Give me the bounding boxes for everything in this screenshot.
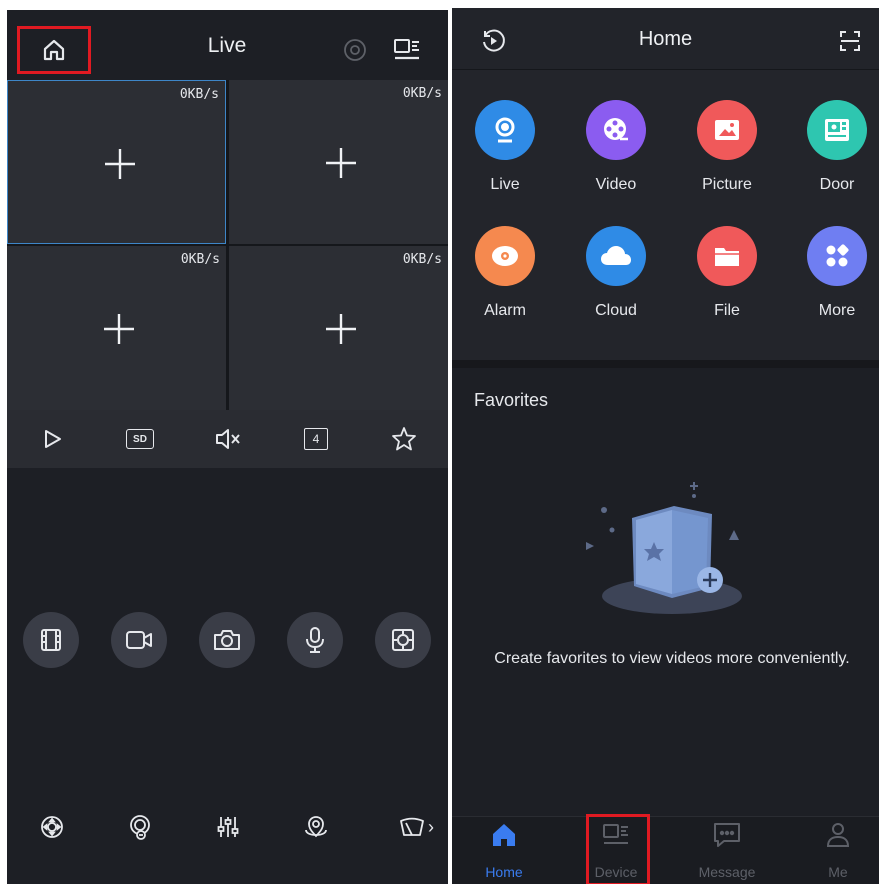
video-cell[interactable]: 0KB/s: [229, 246, 448, 410]
nav-me[interactable]: Me: [798, 820, 878, 880]
app-more[interactable]: More: [792, 226, 879, 320]
snapshot-camera-icon: [212, 627, 242, 653]
video-cell[interactable]: 0KB/s: [229, 80, 448, 244]
favorite-button[interactable]: [387, 422, 421, 456]
wiper-icon: [398, 815, 426, 839]
live-screen: Live 0KB/s 0KB/s 0KB/s 0KB/s SD 4 ›: [7, 10, 448, 884]
app-label: Picture: [702, 176, 752, 193]
app-label: Cloud: [595, 302, 637, 319]
split-4-icon: 4: [304, 428, 328, 450]
app-label: File: [714, 302, 740, 319]
video-cell[interactable]: 0KB/s: [7, 246, 226, 410]
page-title: Live: [207, 34, 247, 57]
app-label: Live: [490, 176, 520, 193]
record-video-icon: [124, 628, 154, 652]
star-icon: [391, 426, 417, 452]
target-settings-icon: [343, 38, 367, 62]
app-video[interactable]: Video: [571, 100, 661, 194]
picture-icon: [697, 100, 757, 160]
preset-location-button[interactable]: [299, 810, 333, 844]
settings-button[interactable]: [341, 36, 369, 64]
cloud-icon: [586, 226, 646, 286]
wiper-button[interactable]: ›: [391, 810, 441, 844]
nav-label: Me: [828, 864, 848, 880]
app-picture[interactable]: Picture: [682, 100, 772, 194]
talk-microphone-icon: [303, 626, 327, 654]
door-icon: [807, 100, 867, 160]
home-button-highlight: [17, 26, 91, 74]
user-icon: [823, 820, 853, 850]
split-screen-button[interactable]: 4: [299, 422, 333, 456]
favorites-title: Favorites: [474, 390, 549, 410]
adjust-sliders-icon: [215, 814, 241, 840]
mute-icon: [214, 427, 242, 451]
favorites-empty-message: Create favorites to view videos more con…: [494, 650, 850, 667]
device-icon: [392, 36, 422, 64]
scan-button[interactable]: [835, 26, 865, 56]
app-live[interactable]: Live: [460, 100, 550, 194]
device-list-button[interactable]: [390, 34, 424, 66]
fisheye-button[interactable]: [375, 612, 431, 668]
home-icon: [489, 820, 519, 850]
add-device-plus-icon[interactable]: [102, 312, 136, 346]
audio-button[interactable]: [211, 422, 245, 456]
more-grid-icon: [807, 226, 867, 286]
video-reel-icon: [586, 100, 646, 160]
bitrate-label: 0KB/s: [179, 87, 219, 102]
bitrate-label: 0KB/s: [402, 86, 442, 101]
playback-button[interactable]: [23, 612, 79, 668]
app-alarm[interactable]: Alarm: [460, 226, 550, 320]
nav-home[interactable]: Home: [464, 820, 544, 880]
snapshot-button[interactable]: [199, 612, 255, 668]
play-button[interactable]: [35, 422, 69, 456]
talk-button[interactable]: [287, 612, 343, 668]
add-device-plus-icon[interactable]: [103, 147, 137, 181]
nav-label: Message: [698, 864, 756, 880]
device-tab-highlight: [586, 814, 650, 884]
location-pin-icon: [302, 814, 330, 840]
add-device-plus-icon[interactable]: [324, 312, 358, 346]
add-device-plus-icon[interactable]: [324, 146, 358, 180]
bitrate-label: 0KB/s: [180, 252, 220, 267]
empty-favorites-illustration: [574, 470, 764, 630]
section-divider: [452, 360, 879, 368]
fisheye-icon: [389, 626, 417, 654]
face-button[interactable]: [123, 810, 157, 844]
more-arrow[interactable]: ›: [428, 817, 434, 838]
app-door[interactable]: Door: [792, 100, 879, 194]
record-button[interactable]: [111, 612, 167, 668]
page-title: Home: [638, 28, 693, 50]
folder-icon: [697, 226, 757, 286]
nav-label: Home: [485, 864, 523, 880]
bitrate-label: 0KB/s: [402, 252, 442, 267]
video-cell[interactable]: 0KB/s: [7, 80, 226, 244]
ptz-icon: [39, 814, 65, 840]
play-icon: [41, 428, 63, 450]
stream-quality-button[interactable]: SD: [123, 422, 157, 456]
app-cloud[interactable]: Cloud: [571, 226, 661, 320]
sd-quality-icon: SD: [126, 429, 154, 449]
app-label: Door: [819, 176, 855, 193]
scan-icon: [838, 29, 862, 53]
app-file[interactable]: File: [682, 226, 772, 320]
image-adjust-button[interactable]: [211, 810, 245, 844]
alarm-icon: [475, 226, 535, 286]
nav-message[interactable]: Message: [687, 820, 767, 880]
home-screen: Home Live Video Picture Door Alarm Cloud…: [452, 8, 879, 884]
app-label: More: [818, 302, 856, 319]
ptz-button[interactable]: [35, 810, 69, 844]
app-label: Alarm: [484, 302, 526, 319]
message-icon: [712, 820, 742, 850]
video-grid: 0KB/s 0KB/s 0KB/s 0KB/s: [7, 80, 448, 410]
playback-film-icon: [38, 627, 64, 653]
face-icon: [127, 813, 153, 841]
app-label: Video: [595, 176, 637, 193]
live-camera-icon: [475, 100, 535, 160]
